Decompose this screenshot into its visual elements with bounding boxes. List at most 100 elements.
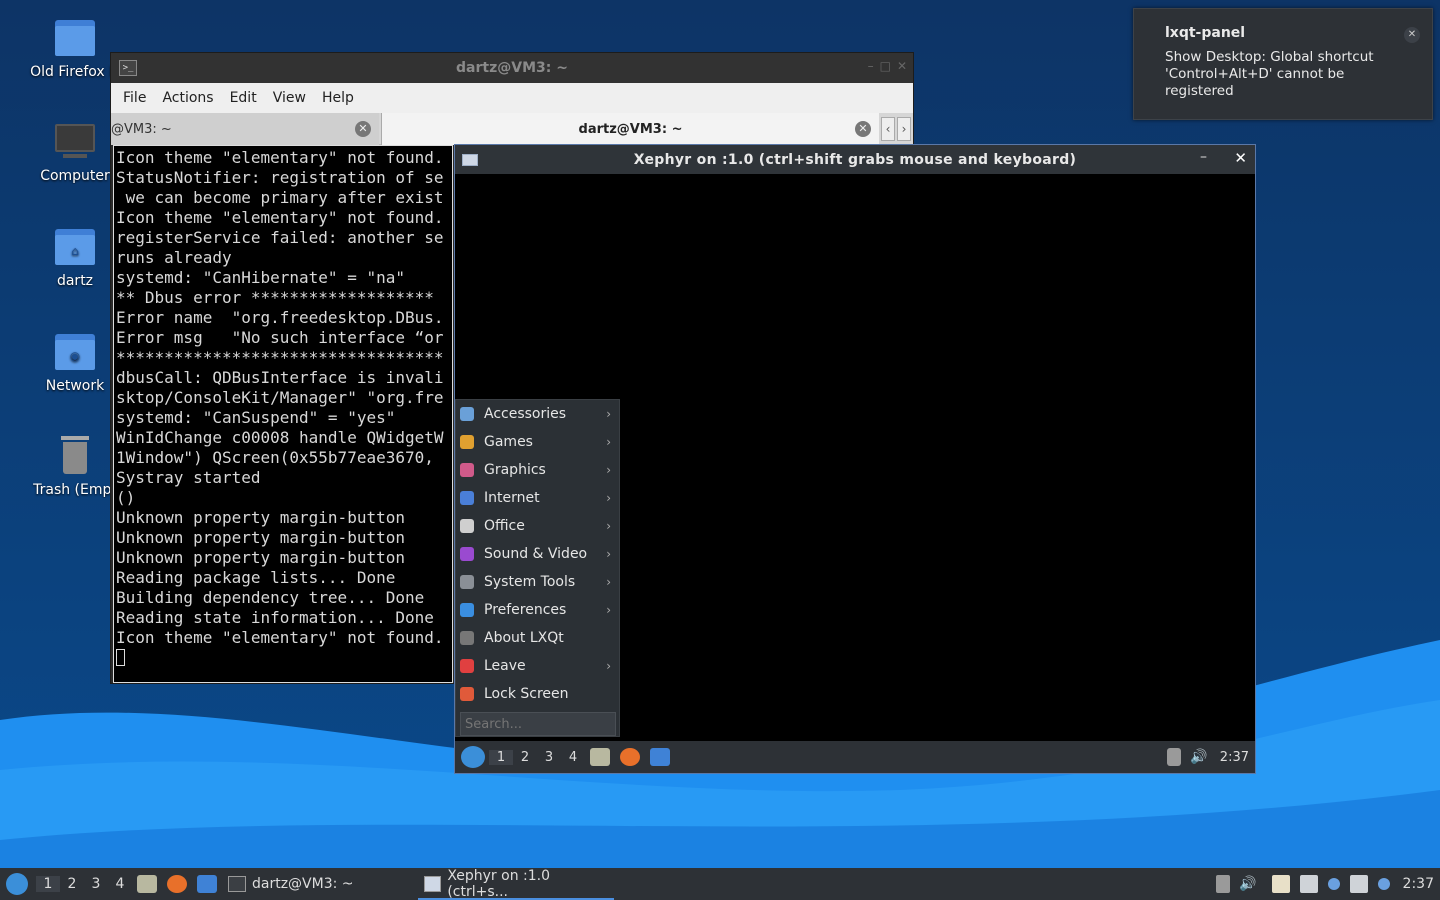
terminal-tab-2[interactable]: dartz@VM3: ~ ✕ — [381, 113, 879, 145]
terminal-icon — [228, 876, 246, 892]
menu-actions[interactable]: Actions — [154, 90, 221, 106]
menu-file[interactable]: File — [115, 90, 154, 106]
volume-icon[interactable]: 🔊 — [1190, 749, 1207, 765]
clipboard-icon[interactable] — [1271, 875, 1290, 893]
tab-close-icon[interactable]: ✕ — [855, 121, 871, 137]
close-icon[interactable]: ✕ — [1234, 149, 1247, 167]
firefox-icon[interactable] — [620, 748, 640, 766]
removable-media-icon[interactable] — [1167, 748, 1182, 766]
workspace-2[interactable]: 2 — [513, 750, 537, 765]
menu-category-icon — [460, 435, 474, 449]
chevron-right-icon: › — [606, 435, 611, 449]
menu-help[interactable]: Help — [314, 90, 362, 106]
notification-body: Show Desktop: Global shortcut 'Control+A… — [1165, 49, 1374, 99]
firefox-icon[interactable] — [167, 875, 187, 893]
file-manager-icon[interactable] — [137, 875, 157, 893]
menu-item-label: Lock Screen — [484, 686, 569, 702]
tab-label: @VM3: ~ — [111, 121, 172, 137]
removable-media-icon[interactable] — [1216, 875, 1231, 893]
update-notifier-icon[interactable] — [1377, 878, 1390, 890]
chevron-right-icon: › — [606, 463, 611, 477]
menu-item-label: About LXQt — [484, 630, 564, 646]
xephyr-window[interactable]: Xephyr on :1.0 (ctrl+shift grabs mouse a… — [454, 144, 1256, 774]
tab-close-icon[interactable]: ✕ — [355, 121, 371, 137]
menu-item-lock-screen[interactable]: Lock Screen — [456, 680, 619, 708]
lxqt-menu-icon[interactable] — [461, 746, 485, 768]
menu-item-label: Graphics — [484, 462, 546, 478]
tab-scroll-right-icon[interactable]: › — [897, 117, 911, 141]
terminal-output[interactable]: Icon theme "elementary" not found. Statu… — [113, 145, 453, 683]
volume-icon[interactable]: 🔊 — [1239, 876, 1256, 892]
menu-item-about-lxqt[interactable]: About LXQt — [456, 624, 619, 652]
window-icon — [424, 876, 442, 892]
workspace-4[interactable]: 4 — [561, 750, 585, 765]
terminal-titlebar[interactable]: >_ dartz@VM3: ~ – □ ✕ — [111, 53, 913, 83]
display-tray-icon[interactable] — [1349, 875, 1368, 893]
chevron-right-icon: › — [606, 575, 611, 589]
taskbar-clock[interactable]: 2:37 — [1403, 876, 1434, 892]
network-tray-icon[interactable] — [1299, 875, 1318, 893]
chevron-right-icon: › — [606, 407, 611, 421]
menu-item-graphics[interactable]: Graphics › — [456, 456, 619, 484]
menu-item-office[interactable]: Office › — [456, 512, 619, 540]
minimize-icon[interactable]: – — [868, 59, 874, 73]
workspace-1[interactable]: 1 — [36, 876, 60, 892]
menu-item-accessories[interactable]: Accessories › — [456, 400, 619, 428]
folder-icon — [53, 16, 97, 60]
notification-popup[interactable]: lxqt-panel Show Desktop: Global shortcut… — [1133, 8, 1433, 120]
minimize-icon[interactable]: – — [1200, 149, 1207, 165]
show-desktop-icon[interactable] — [197, 875, 217, 893]
menu-item-sound-video[interactable]: Sound & Video › — [456, 540, 619, 568]
maximize-icon[interactable]: □ — [880, 59, 891, 73]
tab-label: dartz@VM3: ~ — [578, 121, 683, 137]
menu-item-leave[interactable]: Leave › — [456, 652, 619, 680]
close-icon[interactable]: ✕ — [897, 59, 907, 73]
menu-category-icon — [460, 407, 474, 421]
show-desktop-icon[interactable] — [650, 748, 670, 766]
application-menu: Accessories › Games › Graphics › Internet › Offi… — [455, 399, 620, 737]
workspace-3[interactable]: 3 — [537, 750, 561, 765]
workspace-3[interactable]: 3 — [84, 876, 108, 892]
update-notifier-icon[interactable] — [1327, 878, 1340, 890]
terminal-text: Icon theme "elementary" not found. Statu… — [114, 146, 452, 668]
task-label: Xephyr on :1.0 (ctrl+s... — [447, 868, 551, 900]
menu-item-label: Accessories — [484, 406, 567, 422]
menu-item-label: Internet — [484, 490, 540, 506]
computer-icon — [53, 120, 97, 164]
terminal-tab-1[interactable]: @VM3: ~ ✕ — [111, 113, 379, 145]
menu-item-internet[interactable]: Internet › — [456, 484, 619, 512]
menu-search-input[interactable] — [460, 712, 616, 736]
panel-clock[interactable]: 2:37 — [1220, 750, 1249, 765]
main-taskbar: 1 2 3 4 dartz@VM3: ~ Xephyr on :1.0 (ctr… — [0, 868, 1440, 900]
menu-item-games[interactable]: Games › — [456, 428, 619, 456]
xephyr-panel: 1 2 3 4 🔊 2:37 — [455, 741, 1255, 773]
terminal-title: dartz@VM3: ~ — [456, 60, 568, 76]
file-manager-icon[interactable] — [590, 748, 610, 766]
menu-edit[interactable]: Edit — [222, 90, 265, 106]
task-xephyr[interactable]: Xephyr on :1.0 (ctrl+s... — [418, 868, 614, 900]
menu-item-label: Preferences — [484, 602, 567, 618]
workspace-4[interactable]: 4 — [108, 876, 132, 892]
menu-item-preferences[interactable]: Preferences › — [456, 596, 619, 624]
menu-category-icon — [460, 575, 474, 589]
xephyr-titlebar[interactable]: Xephyr on :1.0 (ctrl+shift grabs mouse a… — [455, 145, 1255, 174]
menu-view[interactable]: View — [265, 90, 314, 106]
tab-scroll-left-icon[interactable]: ‹ — [881, 117, 895, 141]
close-icon[interactable]: ✕ — [1404, 27, 1420, 43]
menu-item-label: System Tools — [484, 574, 576, 590]
notification-title: lxqt-panel — [1165, 25, 1246, 41]
workspace-1[interactable]: 1 — [489, 749, 513, 765]
menu-item-system-tools[interactable]: System Tools › — [456, 568, 619, 596]
workspace-2[interactable]: 2 — [60, 876, 84, 892]
menu-category-icon — [460, 519, 474, 533]
terminal-menubar: File Actions Edit View Help — [111, 83, 913, 113]
xephyr-title: Xephyr on :1.0 (ctrl+shift grabs mouse a… — [633, 151, 1077, 168]
menu-item-label: Sound & Video — [484, 546, 588, 562]
menu-category-icon — [460, 547, 474, 561]
menu-category-icon — [460, 463, 474, 477]
chevron-right-icon: › — [606, 659, 611, 673]
menu-category-icon — [460, 687, 474, 701]
task-terminal[interactable]: dartz@VM3: ~ — [222, 868, 418, 900]
lxqt-menu-icon[interactable] — [6, 873, 28, 895]
menu-item-label: Games — [484, 434, 533, 450]
